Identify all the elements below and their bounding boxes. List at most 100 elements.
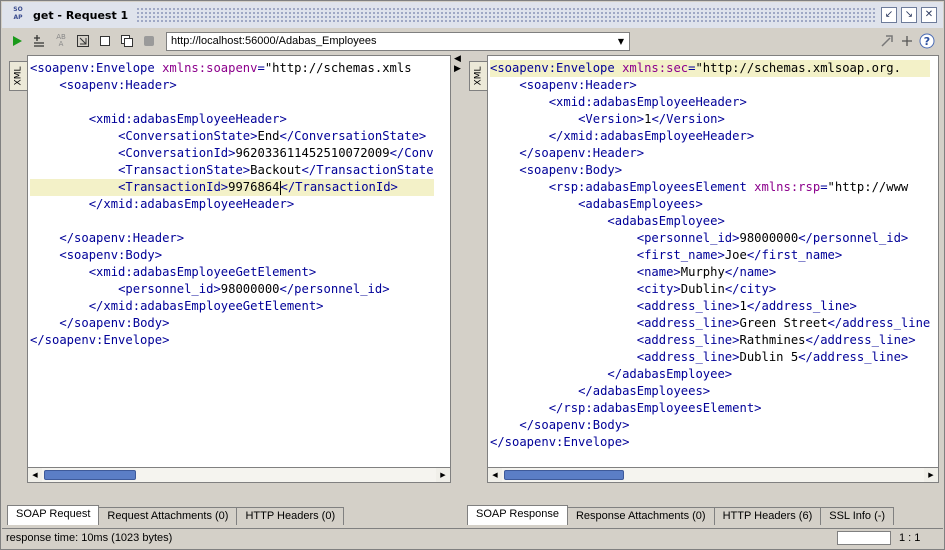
- xml-line[interactable]: <soapenv:Envelope xmlns:sec="http://sche…: [490, 60, 931, 77]
- pane-splitter[interactable]: ◀ ▶: [453, 55, 463, 525]
- single-tab-icon[interactable]: [96, 32, 114, 50]
- xml-line[interactable]: <address_line>Dublin 5</address_line>: [490, 349, 930, 366]
- xml-line[interactable]: <rsp:adabasEmployeesElement xmlns:rsp="h…: [490, 179, 930, 196]
- endpoint-select[interactable]: http://localhost:56000/Adabas_Employees …: [166, 31, 630, 51]
- xml-token: 98000000: [220, 282, 280, 296]
- xml-line[interactable]: <address_line>1</address_line>: [490, 298, 930, 315]
- xml-line[interactable]: </adabasEmployee>: [490, 366, 930, 383]
- title-bar-grip[interactable]: [136, 7, 877, 23]
- response-xml-code[interactable]: <soapenv:Envelope xmlns:sec = "http://sche…: [490, 60, 931, 451]
- xml-token: <TransactionState>: [118, 163, 251, 177]
- xml-line[interactable]: <city>Dublin</city>: [490, 281, 930, 298]
- xml-token: </first_name>: [746, 248, 843, 262]
- xml-line[interactable]: </adabasEmployees>: [490, 383, 930, 400]
- xml-token: </xmid:adabasEmployeeHeader>: [88, 197, 295, 211]
- xml-line[interactable]: </soapenv:Envelope>: [490, 434, 930, 451]
- request-editor[interactable]: <soapenv:Envelope xmlns:soapenv="http://…: [27, 55, 451, 483]
- tab-soap-request[interactable]: SOAP Request: [7, 505, 100, 525]
- xml-token: </personnel_id>: [279, 282, 390, 296]
- xml-line[interactable]: <soapenv:Header>: [490, 77, 930, 94]
- xml-line[interactable]: <adabasEmployee>: [490, 213, 930, 230]
- tab-ssl-info[interactable]: SSL Info (-): [820, 507, 895, 525]
- xml-line[interactable]: </xmid:adabasEmployeeHeader>: [30, 196, 434, 213]
- tab-http-headers-0[interactable]: HTTP Headers (0): [236, 507, 345, 525]
- xml-line[interactable]: <xmid:adabasEmployeeGetElement>: [30, 264, 434, 281]
- xml-line[interactable]: <name>Murphy</name>: [490, 264, 930, 281]
- scroll-thumb[interactable]: [504, 470, 624, 480]
- fit-icon[interactable]: [74, 32, 92, 50]
- xml-line[interactable]: </soapenv:Body>: [30, 315, 434, 332]
- xml-line[interactable]: </soapenv:Header>: [490, 145, 930, 162]
- collapse-right-icon[interactable]: ▶: [454, 65, 461, 74]
- xml-line[interactable]: <ConversationState>End</ConversationStat…: [30, 128, 434, 145]
- xml-token: </soapenv:Envelope>: [30, 333, 170, 347]
- request-xml-code[interactable]: <soapenv:Envelope xmlns:soapenv="http://…: [30, 60, 434, 349]
- settings-icon[interactable]: [878, 32, 896, 50]
- xml-line[interactable]: <soapenv:Envelope xmlns:soapenv="http://…: [30, 60, 434, 77]
- xml-line[interactable]: <xmid:adabasEmployeeHeader>: [490, 94, 930, 111]
- xml-line[interactable]: <first_name>Joe</first_name>: [490, 247, 930, 264]
- xml-line[interactable]: <Version>1</Version>: [490, 111, 930, 128]
- xml-line[interactable]: </rsp:adabasEmployeesElement>: [490, 400, 930, 417]
- endpoint-url: http://localhost:56000/Adabas_Employees: [171, 35, 377, 47]
- xml-line[interactable]: <TransactionId>9976864</TransactionId>: [30, 179, 434, 196]
- response-time-text: response time: 10ms (1023 bytes): [6, 532, 173, 544]
- run-icon[interactable]: [8, 32, 26, 50]
- minimize-icon[interactable]: ↘: [901, 7, 917, 23]
- xml-line[interactable]: <personnel_id>98000000</personnel_id>: [30, 281, 434, 298]
- scroll-left-icon[interactable]: ◀: [28, 468, 42, 482]
- xml-token: <soapenv:Header>: [59, 78, 177, 92]
- collapse-left-icon[interactable]: ◀: [454, 55, 461, 64]
- xml-token: Dublin 5: [739, 350, 799, 364]
- tab-request-attachments-0[interactable]: Request Attachments (0): [98, 507, 238, 525]
- scroll-right-icon[interactable]: ▶: [924, 468, 938, 482]
- close-icon[interactable]: ✕: [921, 7, 937, 23]
- xml-line[interactable]: <ConversationId>962033611452510072009</C…: [30, 145, 434, 162]
- request-hscrollbar[interactable]: ◀ ▶: [27, 467, 451, 483]
- request-xml-tab[interactable]: XML: [9, 61, 27, 91]
- scroll-track[interactable]: [502, 468, 924, 482]
- chevron-down-icon[interactable]: ▼: [613, 33, 629, 50]
- response-xml-tab[interactable]: XML: [469, 61, 487, 91]
- xml-token: <address_line>: [636, 299, 740, 313]
- xml-line[interactable]: <xmid:adabasEmployeeHeader>: [30, 111, 434, 128]
- stop-icon[interactable]: [140, 32, 158, 50]
- xml-line[interactable]: <address_line>Rathmines</address_line>: [490, 332, 930, 349]
- xml-token: <soapenv:Header>: [519, 78, 637, 92]
- xml-token: 1: [739, 299, 747, 313]
- tab-response-attachments-0[interactable]: Response Attachments (0): [566, 507, 715, 525]
- xml-line[interactable]: [30, 213, 434, 230]
- xml-line[interactable]: </soapenv:Envelope>: [30, 332, 434, 349]
- xml-line[interactable]: </xmid:adabasEmployeeHeader>: [490, 128, 930, 145]
- xml-line[interactable]: <adabasEmployees>: [490, 196, 930, 213]
- undock-icon[interactable]: ↙: [881, 7, 897, 23]
- scroll-right-icon[interactable]: ▶: [436, 468, 450, 482]
- xml-line[interactable]: <soapenv:Body>: [30, 247, 434, 264]
- xml-token: Rathmines: [739, 333, 806, 347]
- scroll-left-icon[interactable]: ◀: [488, 468, 502, 482]
- xml-line[interactable]: </soapenv:Header>: [30, 230, 434, 247]
- tab-http-headers-6[interactable]: HTTP Headers (6): [713, 507, 822, 525]
- xml-line[interactable]: </soapenv:Body>: [490, 417, 930, 434]
- xml-line[interactable]: <TransactionState>Backout</TransactionSt…: [30, 162, 434, 179]
- split-tab-icon[interactable]: [118, 32, 136, 50]
- xml-token: End: [257, 129, 280, 143]
- plus-icon[interactable]: [898, 32, 916, 50]
- xml-line[interactable]: <personnel_id>98000000</personnel_id>: [490, 230, 930, 247]
- scroll-thumb[interactable]: [44, 470, 136, 480]
- xml-line[interactable]: <soapenv:Header>: [30, 77, 434, 94]
- add-assertion-icon[interactable]: [30, 32, 48, 50]
- xml-line[interactable]: <address_line>Green Street</address_line: [490, 315, 931, 332]
- response-editor[interactable]: <soapenv:Envelope xmlns:sec = "http://sche…: [487, 55, 939, 483]
- xml-token: =: [257, 61, 265, 75]
- xml-line[interactable]: <soapenv:Body>: [490, 162, 930, 179]
- scroll-track[interactable]: [42, 468, 436, 482]
- help-icon[interactable]: ?: [918, 32, 936, 50]
- xml-token: <name>: [636, 265, 681, 279]
- xml-line[interactable]: [30, 94, 434, 111]
- response-hscrollbar[interactable]: ◀ ▶: [487, 467, 939, 483]
- xml-line[interactable]: </xmid:adabasEmployeeGetElement>: [30, 298, 434, 315]
- tab-soap-response[interactable]: SOAP Response: [467, 505, 568, 525]
- add-security-icon[interactable]: AB A: [52, 32, 70, 50]
- xml-token: xmlns:rsp: [754, 180, 821, 194]
